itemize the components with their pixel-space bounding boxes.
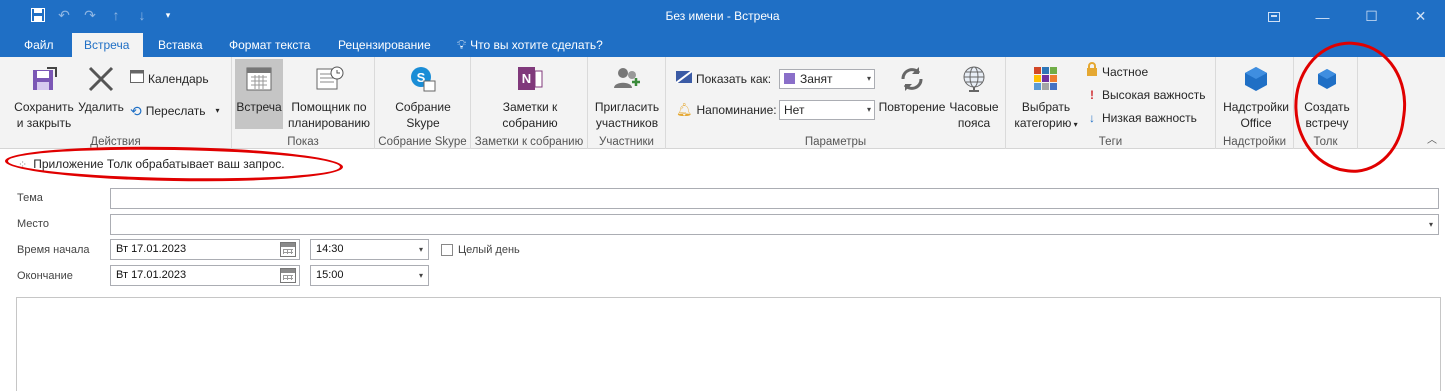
group-label-attendees: Участники xyxy=(599,136,654,148)
group-options: Показать как: Занят ▾ 🔔︎ Напоминание: Не… xyxy=(666,57,1006,149)
collapse-ribbon-icon[interactable]: ︿ xyxy=(1427,131,1437,146)
ribbon-display-icon[interactable] xyxy=(1249,0,1298,33)
meeting-notes-button[interactable]: N Заметки к собранию xyxy=(491,59,569,131)
all-day-checkbox[interactable] xyxy=(441,244,453,256)
chevron-down-icon: ▾ xyxy=(866,74,871,83)
group-addins: Надстройки Office Надстройки xyxy=(1216,57,1294,149)
show-as-dropdown[interactable]: Занят ▾ xyxy=(779,69,875,89)
location-field[interactable]: ▾ xyxy=(110,214,1439,235)
time-zones-button[interactable]: Часовые пояса xyxy=(946,59,1002,131)
calendar-icon xyxy=(130,69,144,89)
private-button[interactable]: Частное xyxy=(1086,62,1148,82)
categorize-button[interactable]: Выбрать категорию ▾ xyxy=(1012,59,1080,133)
title-bar: ↶ ↷ ↑ ↓ ▾ Без имени - Встреча — ☐ ✕ xyxy=(0,0,1445,33)
group-tags: Выбрать категорию ▾ Частное ! Высокая ва… xyxy=(1006,57,1216,149)
ribbon-tabs: Файл Встреча Вставка Формат текста Рецен… xyxy=(0,33,1445,57)
scheduling-assistant-icon xyxy=(313,63,345,95)
window-title: Без имени - Встреча xyxy=(665,9,780,23)
group-attendees: Пригласить участников Участники xyxy=(588,57,666,149)
window-controls: — ☐ ✕ xyxy=(1249,0,1445,33)
tab-review[interactable]: Рецензирование xyxy=(326,33,443,57)
group-label-tags: Теги xyxy=(1098,136,1123,148)
chevron-down-icon: ▾ xyxy=(866,105,871,114)
group-label-show: Показ xyxy=(287,136,319,148)
annotation-infobar-circle xyxy=(4,144,344,184)
reminder-dropdown[interactable]: Нет ▾ xyxy=(779,100,875,120)
reminder-label-wrap: 🔔︎ Напоминание: xyxy=(676,100,777,120)
group-label-skype: Собрание Skype xyxy=(378,136,467,148)
subject-field[interactable] xyxy=(110,188,1439,209)
low-importance-button[interactable]: ↓ Низкая важность xyxy=(1086,108,1197,128)
close-icon[interactable]: ✕ xyxy=(1396,0,1445,33)
forward-button[interactable]: ⟲ Переслать ▾ xyxy=(130,101,220,121)
skype-meeting-button[interactable]: S Собрание Skype xyxy=(385,59,461,131)
start-time-dropdown[interactable]: 14:30 ▾ xyxy=(310,239,429,260)
recurrence-button[interactable]: Повторение xyxy=(877,59,947,115)
end-date-field[interactable]: Вт 17.01.2023 xyxy=(110,265,300,286)
show-as-icon xyxy=(675,69,693,89)
lightbulb-icon: 💡︎ xyxy=(457,37,467,52)
skype-icon: S xyxy=(407,63,439,95)
lock-icon xyxy=(1086,62,1098,82)
office-addins-button[interactable]: Надстройки Office xyxy=(1221,59,1291,131)
end-time-label: Окончание xyxy=(17,270,73,282)
group-meeting-notes: N Заметки к собранию Заметки к собранию xyxy=(471,57,588,149)
location-label: Место xyxy=(17,218,49,230)
group-actions: Сохранить и закрыть Удалить Календарь ⟲ … xyxy=(0,57,232,149)
start-time-label: Время начала xyxy=(17,244,90,256)
group-show: Встреча Помощник по планированию Показ xyxy=(232,57,375,149)
chevron-down-icon: ▾ xyxy=(215,106,220,115)
meeting-calendar-icon xyxy=(243,63,275,95)
calendar-icon[interactable] xyxy=(280,242,296,257)
busy-swatch xyxy=(784,73,795,84)
group-skype: S Собрание Skype Собрание Skype xyxy=(375,57,471,149)
ribbon: Сохранить и закрыть Удалить Календарь ⟲ … xyxy=(0,57,1445,149)
forward-icon: ⟲ xyxy=(130,103,142,119)
group-label-notes: Заметки к собранию xyxy=(474,136,584,148)
people-icon xyxy=(611,63,643,95)
delete-x-icon xyxy=(85,63,117,95)
down-arrow-icon: ↓ xyxy=(1089,111,1095,125)
maximize-icon[interactable]: ☐ xyxy=(1347,0,1396,33)
subject-label: Тема xyxy=(17,192,43,204)
tab-file[interactable]: Файл xyxy=(12,33,66,57)
calendar-button[interactable]: Календарь xyxy=(130,69,209,89)
high-importance-button[interactable]: ! Высокая важность xyxy=(1086,85,1205,105)
categorize-icon xyxy=(1030,63,1062,95)
group-label-addins: Надстройки xyxy=(1222,136,1287,148)
show-as-label-wrap: Показать как: xyxy=(675,69,771,89)
tell-me-box[interactable]: 💡︎ Что вы хотите сделать? xyxy=(445,33,615,57)
invite-attendees-button[interactable]: Пригласить участников xyxy=(592,59,662,131)
end-time-dropdown[interactable]: 15:00 ▾ xyxy=(310,265,429,286)
group-label-options: Параметры xyxy=(804,136,867,148)
chevron-down-icon: ▾ xyxy=(1428,220,1433,229)
exclamation-icon: ! xyxy=(1090,88,1094,102)
all-day-label: Целый день xyxy=(458,244,520,256)
calendar-icon[interactable] xyxy=(280,268,296,283)
chevron-down-icon: ▾ xyxy=(418,245,423,254)
tab-format-text[interactable]: Формат текста xyxy=(217,33,322,57)
save-close-icon xyxy=(28,63,60,95)
meeting-view-button[interactable]: Встреча xyxy=(235,59,283,129)
tell-me-label: Что вы хотите сделать? xyxy=(470,38,603,52)
globe-icon xyxy=(958,63,990,95)
save-close-button[interactable]: Сохранить и закрыть xyxy=(12,59,76,131)
start-date-field[interactable]: Вт 17.01.2023 xyxy=(110,239,300,260)
minimize-icon[interactable]: — xyxy=(1298,0,1347,33)
chevron-down-icon: ▾ xyxy=(418,271,423,280)
recurrence-icon xyxy=(896,63,928,95)
bell-icon: 🔔︎ xyxy=(676,102,693,117)
chevron-down-icon: ▾ xyxy=(1071,120,1078,129)
tab-insert[interactable]: Вставка xyxy=(146,33,215,57)
message-body[interactable] xyxy=(16,297,1441,391)
svg-text:N: N xyxy=(522,71,531,86)
onenote-icon: N xyxy=(514,63,546,95)
delete-button[interactable]: Удалить xyxy=(75,59,127,115)
tab-meeting[interactable]: Встреча xyxy=(72,33,143,57)
scheduling-assistant-button[interactable]: Помощник по планированию xyxy=(286,59,372,131)
office-addins-icon xyxy=(1240,63,1272,95)
